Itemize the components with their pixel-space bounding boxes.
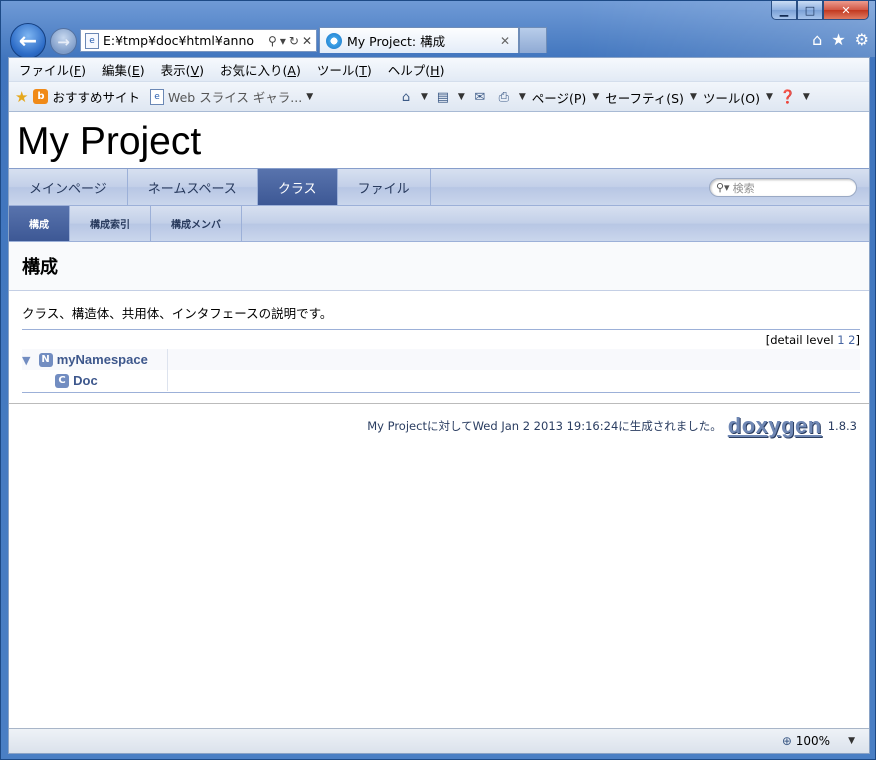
class-badge-icon: C	[55, 374, 69, 388]
menu-help[interactable]: ヘルプ(H)	[388, 60, 445, 79]
doxygen-version: 1.8.3	[827, 419, 857, 433]
mail-icon[interactable]: ✉	[471, 89, 489, 105]
close-window-button[interactable]: ✕	[823, 1, 869, 20]
tab-close-icon[interactable]: ✕	[500, 34, 518, 48]
favorite-suggested-sites[interactable]: b おすすめサイト	[33, 87, 140, 106]
home-icon[interactable]: ⌂	[812, 30, 822, 49]
chevron-down-icon[interactable]: ▼	[848, 736, 855, 746]
class-link[interactable]: Doc	[73, 373, 98, 388]
expand-arrow-icon[interactable]: ▼	[22, 354, 30, 367]
detail-level-1-link[interactable]: 1	[837, 333, 844, 347]
chevron-down-icon[interactable]: ▼	[766, 92, 773, 102]
detail-level-2-link[interactable]: 2	[848, 333, 855, 347]
add-favorites-star-icon[interactable]: ★	[15, 88, 28, 106]
back-arrow-icon: ←	[18, 28, 38, 54]
dropdown-icon[interactable]: ▾	[280, 34, 286, 48]
browser-window: ▁ □ ✕ ← → e E:¥tmp¥doc¥html¥anno ⚲ ▾ ↻ ✕…	[0, 0, 876, 760]
table-divider	[22, 391, 860, 393]
search-placeholder: 検索	[732, 181, 755, 195]
menu-bar: ファイル(F) 編集(E) 表示(V) お気に入り(A) ツール(T) ヘルプ(…	[9, 58, 869, 82]
tools-gear-icon[interactable]: ⚙	[855, 30, 869, 49]
page-footer: My Projectに対してWed Jan 2 2013 19:16:24に生成…	[9, 403, 869, 437]
feeds-icon[interactable]: ▤	[434, 89, 452, 105]
command-safety[interactable]: セーフティ(S)	[605, 88, 684, 107]
detail-level: [detail level 1 2]	[765, 333, 860, 347]
chevron-down-icon[interactable]: ▼	[803, 92, 810, 102]
tab-class-index[interactable]: 構成索引	[70, 206, 151, 241]
forward-button[interactable]: →	[50, 28, 77, 55]
namespace-link[interactable]: myNamespace	[57, 352, 148, 367]
menu-view[interactable]: 表示(V)	[161, 60, 204, 79]
chevron-down-icon[interactable]: ▼	[519, 92, 526, 102]
status-bar: ⊕ 100% ▼	[9, 728, 869, 753]
minimize-button[interactable]: ▁	[771, 1, 797, 20]
address-bar[interactable]: e E:¥tmp¥doc¥html¥anno ⚲ ▾ ↻ ✕	[80, 29, 317, 52]
address-tools: ⚲ ▾ ↻ ✕	[268, 34, 316, 48]
command-bar: ⌂ ▼ ▤ ▼ ✉ ⎙ ▼ ページ(P) ▼ セーフティ(S) ▼ ツール(O) ▼ ❓ ▼	[397, 82, 810, 112]
chevron-down-icon[interactable]: ▼	[306, 92, 313, 102]
page-description: クラス、構造体、共用体、インタフェースの説明です。	[22, 291, 860, 330]
table-row: ▼ N myNamespace	[22, 349, 860, 370]
tab-main-page[interactable]: メインページ	[9, 169, 128, 205]
chevron-down-icon[interactable]: ▼	[592, 92, 599, 102]
command-tools[interactable]: ツール(O)	[703, 88, 760, 107]
menu-tools[interactable]: ツール(T)	[317, 60, 372, 79]
command-page[interactable]: ページ(P)	[532, 88, 587, 107]
class-tree-table: ▼ N myNamespace C Doc	[22, 349, 860, 391]
main-nav-tabs: メインページ ネームスペース クラス ファイル ⚲▾ 検索	[9, 169, 869, 206]
stop-icon[interactable]: ✕	[302, 34, 312, 48]
browser-tab[interactable]: My Project: 構成 ✕	[319, 27, 519, 53]
document-page: My Project メインページ ネームスペース クラス ファイル ⚲▾ 検索…	[9, 112, 869, 730]
ie-logo-icon	[326, 32, 342, 49]
chevron-down-icon[interactable]: ▼	[421, 92, 428, 102]
doxygen-logo[interactable]: doxygen	[728, 415, 822, 437]
table-row: C Doc	[22, 370, 860, 391]
tab-class-list[interactable]: 構成	[9, 206, 70, 241]
tab-files[interactable]: ファイル	[338, 169, 431, 205]
search-input[interactable]: ⚲▾ 検索	[709, 178, 857, 197]
page-heading: 構成	[22, 257, 58, 278]
tab-namespaces[interactable]: ネームスペース	[128, 169, 258, 205]
tab-class-members[interactable]: 構成メンバ	[151, 206, 242, 241]
zoom-icon: ⊕	[781, 734, 792, 748]
chevron-down-icon[interactable]: ▼	[690, 92, 697, 102]
sub-nav-tabs: 構成 構成索引 構成メンバ	[9, 206, 869, 242]
favorites-bar: ★ b おすすめサイト e Web スライス ギャラ... ▼ ⌂ ▼ ▤ ▼ ✉ …	[9, 82, 869, 112]
search-icon[interactable]: ⚲	[268, 34, 277, 48]
navigation-row: ← → e E:¥tmp¥doc¥html¥anno ⚲ ▾ ↻ ✕ My Pr…	[1, 21, 876, 59]
suggested-sites-icon: b	[33, 89, 49, 104]
menu-favorites[interactable]: お気に入り(A)	[220, 60, 301, 79]
browser-content-frame: ファイル(F) 編集(E) 表示(V) お気に入り(A) ツール(T) ヘルプ(…	[8, 57, 870, 754]
page-icon: e	[85, 32, 99, 49]
page-header: 構成	[9, 242, 869, 291]
favorites-star-icon[interactable]: ★	[831, 30, 845, 49]
footer-generated-text: My Projectに対してWed Jan 2 2013 19:16:24に生成…	[367, 419, 722, 433]
search-icon[interactable]: ⚲▾	[716, 181, 730, 194]
chevron-down-icon[interactable]: ▼	[458, 92, 465, 102]
maximize-button[interactable]: □	[797, 1, 823, 20]
new-tab-button[interactable]	[519, 27, 547, 53]
tab-title: My Project: 構成	[347, 34, 446, 49]
favorite-web-slice[interactable]: e Web スライス ギャラ... ▼	[149, 87, 313, 106]
menu-file[interactable]: ファイル(F)	[19, 60, 86, 79]
refresh-icon[interactable]: ↻	[289, 34, 299, 48]
address-url[interactable]: E:¥tmp¥doc¥html¥anno	[103, 33, 268, 48]
print-icon[interactable]: ⎙	[495, 89, 513, 105]
page-contents: クラス、構造体、共用体、インタフェースの説明です。 [detail level …	[9, 291, 869, 393]
back-button[interactable]: ←	[10, 23, 46, 59]
project-title: My Project	[9, 112, 869, 169]
caption-buttons: ▁ □ ✕	[771, 1, 869, 21]
browser-right-icons: ⌂ ★ ⚙	[812, 30, 869, 49]
namespace-badge-icon: N	[38, 353, 53, 367]
zoom-control[interactable]: ⊕ 100%	[782, 734, 830, 748]
home-page-icon[interactable]: ⌂	[397, 89, 415, 105]
menu-edit[interactable]: 編集(E)	[102, 60, 145, 79]
forward-arrow-icon: →	[57, 32, 70, 51]
help-icon[interactable]: ❓	[779, 89, 797, 105]
web-slice-icon: e	[149, 88, 164, 105]
tab-classes[interactable]: クラス	[257, 169, 338, 205]
